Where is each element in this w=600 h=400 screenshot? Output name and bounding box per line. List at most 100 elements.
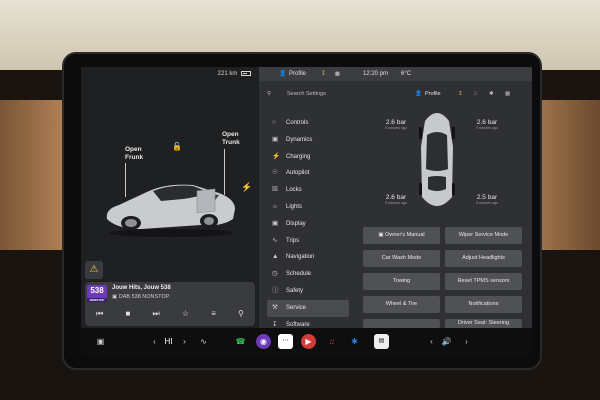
more-apps-icon[interactable]: ⋯ [278,334,293,349]
tire-pressure: 2.5 bar [476,194,498,201]
menu-item-label: Locks [286,187,302,194]
search-icon[interactable]: ⚲ [238,309,244,319]
taskbar: ▣ ‹ HI › ∿ ☎ ◉ ⋯ ▶ ♫ ✱ ▤ ‹ 🔊 › [81,328,532,355]
temp-down-chevron-icon[interactable]: ‹ [147,334,162,349]
button-label: Owner's Manual [385,232,425,238]
wiper-service-mode-button[interactable]: Wiper Service Mode [445,227,522,244]
bluetooth-icon[interactable]: ✱ [489,83,494,105]
volume-down-chevron-icon[interactable]: ‹ [424,334,439,349]
download-update-icon[interactable]: ↧ [321,67,326,81]
settings-search-row: ⚲ Search Settings 👤 Profile ↧ ♧ ✱ ▩ [259,83,532,105]
search-settings-input[interactable]: Search Settings [287,83,326,105]
calendar-app-icon[interactable]: ▤ [374,334,389,349]
bluetooth-app-icon[interactable]: ✱ [347,334,362,349]
menu-item-dynamics[interactable]: ▣ Dynamics [267,132,349,149]
wheel-tire-button[interactable]: Wheel & Tire [363,296,440,313]
notifications-button[interactable]: Notifications [445,296,522,313]
climate-temperature[interactable]: HI [161,334,176,349]
bell-icon[interactable]: ♧ [473,83,478,105]
trips-icon: ∿ [272,236,278,244]
menu-item-lights[interactable]: ☼ Lights [267,199,349,216]
music-app-icon[interactable]: ♫ [324,334,339,349]
menu-item-safety[interactable]: ⓘ Safety [267,283,349,300]
open-trunk-button[interactable]: Open Trunk [222,131,240,147]
menu-item-locks[interactable]: ☒ Locks [267,182,349,199]
navigation-icon: ▲ [272,253,279,261]
dashboard-trim-left [0,100,70,250]
tire-pressure: 2.6 bar [385,119,407,126]
car-3d-image [106,184,235,237]
range-indicator: 221 km [218,71,251,77]
menu-item-label: Display [286,220,306,227]
clock-icon: ◷ [272,270,278,278]
menu-item-navigation[interactable]: ▲ Navigation [267,249,349,266]
wrench-icon: ⚒ [272,303,278,311]
tire-pressure: 2.6 bar [476,119,498,126]
seat-heater-icon[interactable]: ∿ [196,334,211,349]
menu-item-label: Safety [286,287,304,294]
menu-item-label: Charging [286,153,311,160]
software-download-icon[interactable]: ↧ [458,83,463,105]
menu-item-charging[interactable]: ⚡ Charging [267,149,349,166]
menu-item-autopilot[interactable]: ☉ Autopilot [267,165,349,182]
menu-item-label: Navigation [286,254,315,261]
camera-app-icon[interactable]: ◉ [256,334,271,349]
driver-seat-steering-button[interactable]: Driver Seat: Steering [445,319,522,328]
phone-icon[interactable]: ☎ [233,334,248,349]
menu-item-display[interactable]: ▣ Display [267,216,349,233]
tire-age: 5 minutes ago [476,126,498,130]
menu-item-service[interactable]: ⚒ Service [267,299,349,317]
signal-icon: ▩ [505,91,511,97]
menu-item-label: Dynamics [286,136,313,143]
volume-icon[interactable]: 🔊 [439,334,454,349]
toggle-icon: ○ [272,119,276,126]
volume-up-chevron-icon[interactable]: › [459,334,474,349]
menu-item-trips[interactable]: ∿ Trips [267,233,349,250]
bolt-icon: ⚡ [272,152,281,160]
tire-age: 5 minutes ago [385,126,407,130]
temp-up-chevron-icon[interactable]: › [177,334,192,349]
towing-button[interactable]: Towing [363,273,440,290]
now-playing-title: Jouw Hits, Jouw 538 [112,285,171,291]
stop-icon[interactable]: ■ [125,309,130,319]
favorite-star-icon[interactable]: ☆ [182,309,189,319]
radio-icon: ▣ [112,294,118,300]
charge-port-icon[interactable]: ⚡ [241,182,252,193]
media-app-icon[interactable]: ▶ [301,334,316,349]
menu-item-label: Controls [286,120,309,126]
book-icon: ▣ [378,232,384,238]
range-text: 221 km [217,71,238,78]
car-wash-mode-button[interactable]: Car Wash Mode [363,250,440,267]
now-playing-station: ▣ DAB 538 NONSTOP [112,294,169,300]
display-icon: ▣ [272,219,279,227]
next-track-icon[interactable]: ⏭ [152,309,159,319]
settings-profile-label[interactable]: Profile [425,83,441,105]
profile-icon[interactable]: 👤 [279,67,286,81]
previous-track-icon[interactable]: ⏮ [96,309,103,319]
warning-icon[interactable]: ⚠ [85,261,103,279]
media-controls: ⏮ ■ ⏭ ☆ ≡ ⚲ [85,309,255,319]
menu-item-label: Autopilot [286,170,310,177]
profile-user-icon[interactable]: 👤 [415,83,422,105]
search-settings-icon: ⚲ [267,91,272,97]
outside-temperature: 6°C [401,71,412,77]
car-icon: ▣ [272,135,279,143]
adjust-headlights-button[interactable]: Adjust Headlights [445,250,522,267]
top-status-bar: 👤 Profile ↧ ▩ 12:20 pm 6°C [259,67,532,81]
car-top-view-image [419,113,455,206]
menu-item-label: Lights [286,203,303,210]
reset-tpms-button[interactable]: Reset TPMS sensors [445,273,522,290]
partial-button[interactable] [363,319,440,328]
menu-item-schedule[interactable]: ◷ Schedule [267,266,349,283]
open-frunk-button[interactable]: Open Frunk [125,146,143,162]
equalizer-icon[interactable]: ≡ [211,309,216,319]
battery-icon [241,71,251,76]
menu-item-label: Software [286,321,310,328]
owners-manual-button[interactable]: ▣ Owner's Manual [363,227,440,244]
profile-status-label[interactable]: Profile [289,67,306,81]
car-icon[interactable]: ▣ [93,334,108,349]
tire-pressure: 2.6 bar [385,194,407,201]
unlock-icon[interactable]: 🔓 [172,142,182,151]
menu-item-controls[interactable]: ○ Controls [267,115,349,132]
now-playing-station-text: DAB 538 NONSTOP [118,294,170,300]
